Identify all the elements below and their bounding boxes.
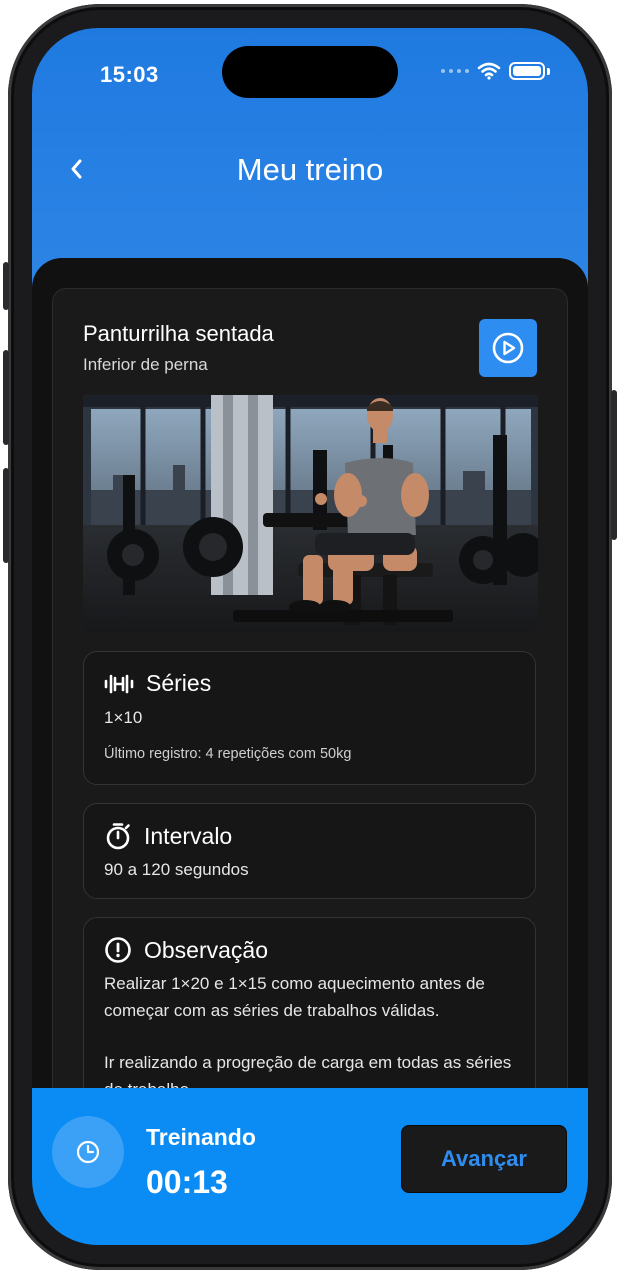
interval-value: 90 a 120 segundos <box>104 860 249 879</box>
screen: 15:03 Meu treino Panturrilha sentada Inf… <box>32 28 588 1245</box>
sets-header: Séries <box>104 670 211 697</box>
interval-header: Intervalo <box>104 822 232 850</box>
training-footer: Treinando 00:13 Avançar <box>32 1088 588 1245</box>
status-time: 15:03 <box>100 62 159 87</box>
battery-tip <box>547 67 550 75</box>
observation-header: Observação <box>104 936 268 964</box>
exercise-photo[interactable] <box>83 395 538 632</box>
wifi-icon <box>477 62 501 80</box>
observation-title: Observação <box>144 936 269 963</box>
play-circle-icon <box>492 332 524 364</box>
sets-last-record: Último registro: 4 repetições com 50kg <box>104 746 352 762</box>
silent-switch <box>3 262 9 310</box>
sets-value: 1×10 <box>104 708 143 727</box>
stopwatch-icon <box>106 823 130 850</box>
alert-circle-icon <box>105 937 131 963</box>
power-button <box>611 390 617 540</box>
interval-info-card: Intervalo 90 a 120 segundos <box>83 803 536 899</box>
clock-icon <box>76 1140 100 1164</box>
timer-badge <box>52 1116 124 1188</box>
dynamic-island <box>222 46 398 98</box>
signal-dots-icon <box>441 69 469 73</box>
volume-up-button <box>3 350 9 445</box>
exercise-muscle-group: Inferior de perna <box>83 355 208 374</box>
page-title: Meu treino <box>236 152 384 187</box>
volume-down-button <box>3 468 9 563</box>
interval-title: Intervalo <box>144 822 233 849</box>
training-timer: 00:13 <box>146 1164 228 1200</box>
dumbbell-icon <box>104 674 134 693</box>
status-indicators <box>441 62 550 80</box>
advance-button[interactable]: Avançar <box>401 1125 567 1193</box>
observation-paragraph-1: Realizar 1×20 e 1×15 como aquecimento an… <box>104 974 485 1020</box>
sets-title: Séries <box>146 670 212 696</box>
battery-icon <box>509 62 545 80</box>
sets-info-card: Séries 1×10 Último registro: 4 repetiçõe… <box>83 651 536 785</box>
gym-illustration <box>83 395 538 632</box>
play-video-button[interactable] <box>479 319 537 377</box>
exercise-name: Panturrilha sentada <box>83 321 274 346</box>
training-status-label: Treinando <box>146 1124 256 1150</box>
exercise-card: Panturrilha sentada Inferior de perna Sé… <box>52 288 568 1140</box>
